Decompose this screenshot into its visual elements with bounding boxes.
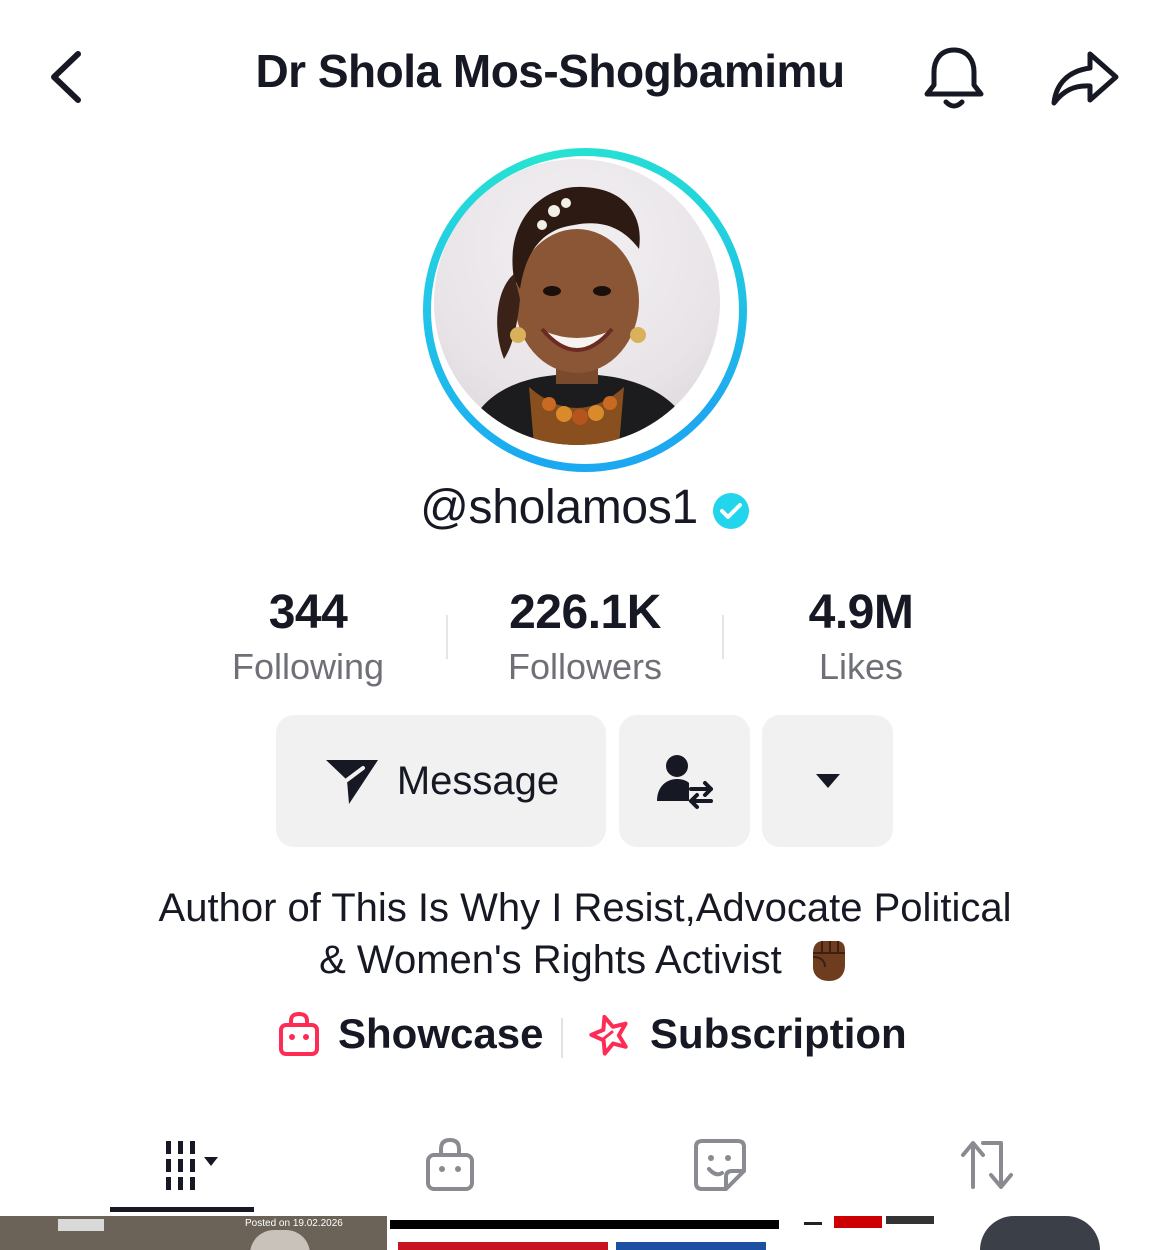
tab-videos[interactable] bbox=[110, 1115, 254, 1215]
likes-count: 4.9M bbox=[808, 586, 914, 639]
subscription-link[interactable]: Subscription bbox=[588, 1010, 907, 1058]
tab-reposts[interactable] bbox=[937, 1115, 1037, 1215]
showcase-link[interactable]: Showcase bbox=[278, 1010, 543, 1058]
message-button-label: Message bbox=[396, 758, 560, 803]
thumbnail-caption: Posted on 19.02.2026 bbox=[245, 1218, 343, 1229]
bbc-logo bbox=[58, 1219, 104, 1231]
content-tabs bbox=[0, 1115, 1170, 1215]
bio-line-1: Author of This Is Why I Resist,Advocate … bbox=[158, 886, 1012, 930]
handle-row: @sholamos1 bbox=[0, 480, 1170, 535]
active-tab-indicator bbox=[110, 1207, 254, 1212]
share-button[interactable] bbox=[1044, 40, 1124, 114]
stat-following[interactable]: 344 Following bbox=[170, 585, 446, 688]
bio-line-2: & Women's Rights Activist bbox=[319, 938, 782, 982]
followers-label: Followers bbox=[507, 646, 663, 687]
share-arrow-icon bbox=[1051, 51, 1119, 106]
send-icon bbox=[325, 760, 378, 804]
more-options-button[interactable] bbox=[762, 715, 893, 847]
message-button[interactable]: Message bbox=[276, 715, 606, 847]
tab-shop[interactable] bbox=[400, 1115, 500, 1215]
caret-down-icon bbox=[815, 774, 840, 788]
avatar bbox=[434, 159, 720, 445]
top-bar: Dr Shola Mos-Shogbamimu bbox=[0, 0, 1170, 150]
grid-icon bbox=[166, 1141, 218, 1190]
subscription-star-icon bbox=[589, 1014, 628, 1056]
raised-fist-emoji-icon bbox=[812, 941, 845, 981]
person-swap-icon bbox=[656, 755, 713, 809]
video-thumbnail[interactable]: Posted on 19.02.2026 bbox=[0, 1216, 387, 1250]
avatar-story-ring[interactable] bbox=[423, 148, 747, 472]
followers-count: 226.1K bbox=[509, 586, 661, 639]
notification-button[interactable] bbox=[918, 40, 990, 114]
following-label: Following bbox=[231, 646, 385, 687]
showcase-label: Showcase bbox=[338, 1010, 544, 1057]
bio-line-2-wrap: & Women's Rights Activist bbox=[80, 934, 1090, 986]
shopping-bag-icon bbox=[426, 1137, 474, 1191]
video-grid: Posted on 19.02.2026 bbox=[0, 1216, 1170, 1250]
bell-icon bbox=[924, 47, 984, 109]
shopping-bag-icon bbox=[279, 1011, 319, 1056]
subscription-label: Subscription bbox=[650, 1010, 907, 1057]
following-count: 344 bbox=[268, 586, 348, 639]
friend-options-button[interactable] bbox=[619, 715, 750, 847]
stat-likes[interactable]: 4.9M Likes bbox=[723, 585, 999, 688]
likes-label: Likes bbox=[818, 646, 904, 687]
profile-display-name: Dr Shola Mos-Shogbamimu bbox=[255, 45, 845, 97]
repost-icon bbox=[961, 1141, 1013, 1189]
profile-stats: 344 Following 226.1K Followers 4.9M Like… bbox=[170, 585, 1000, 695]
profile-bio: Author of This Is Why I Resist,Advocate … bbox=[80, 882, 1090, 986]
back-button[interactable] bbox=[38, 40, 98, 110]
profile-links: Showcase Subscription bbox=[0, 1010, 1170, 1066]
cnn-logo bbox=[834, 1216, 882, 1228]
stat-followers[interactable]: 226.1K Followers bbox=[447, 585, 723, 688]
video-thumbnail[interactable] bbox=[390, 1216, 779, 1250]
chevron-left-icon bbox=[51, 51, 81, 103]
verified-badge-icon bbox=[712, 492, 749, 529]
tab-liked[interactable] bbox=[670, 1115, 770, 1215]
video-thumbnail[interactable] bbox=[782, 1216, 1170, 1250]
username-handle: @sholamos1 bbox=[420, 481, 698, 534]
avatar-portrait bbox=[464, 186, 696, 445]
links-divider bbox=[561, 1018, 563, 1058]
sticker-icon bbox=[694, 1139, 746, 1191]
